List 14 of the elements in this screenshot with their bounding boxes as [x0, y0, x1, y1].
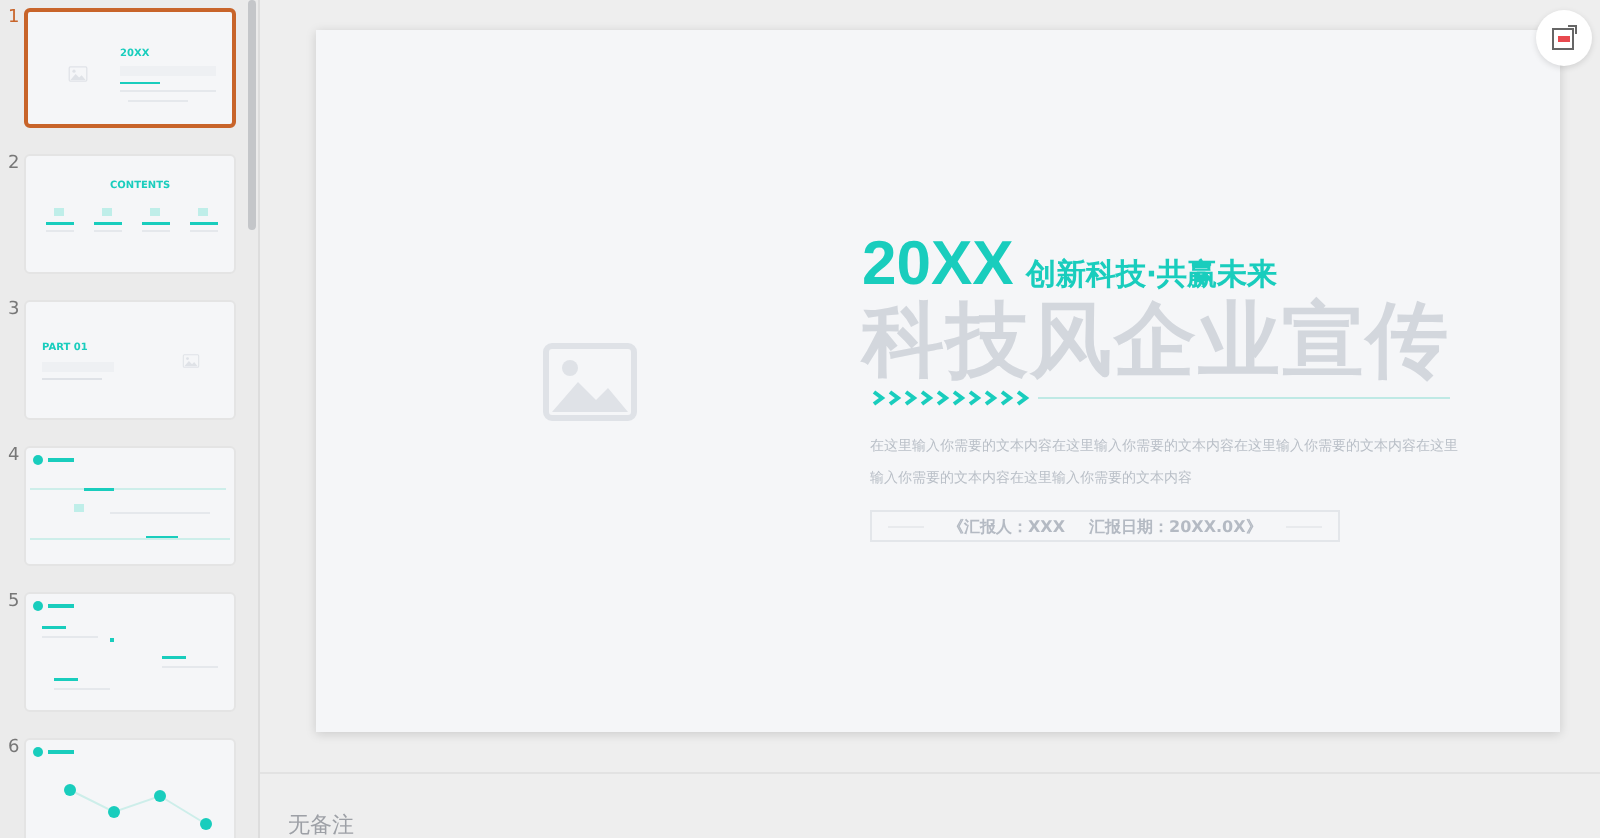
report-date-text: 汇报日期：20XX.0X》	[1089, 515, 1262, 537]
reporter-text: 《汇报人：XXX	[948, 515, 1066, 537]
slide-number: 1	[6, 8, 22, 28]
slide-number: 5	[6, 592, 22, 612]
slide-number: 4	[6, 446, 22, 466]
text-lines-drawing	[120, 66, 220, 106]
slide-number: 2	[6, 154, 22, 174]
layout-icon[interactable]	[1536, 10, 1592, 66]
notes-field[interactable]: 无备注	[260, 772, 1600, 838]
notes-placeholder: 无备注	[288, 812, 354, 838]
slide-number: 3	[6, 300, 22, 320]
slide-subtitle: 创新科技·共赢未来	[1025, 256, 1278, 294]
slide-year: 20XX	[862, 234, 1014, 294]
slide-number: 6	[6, 738, 22, 758]
